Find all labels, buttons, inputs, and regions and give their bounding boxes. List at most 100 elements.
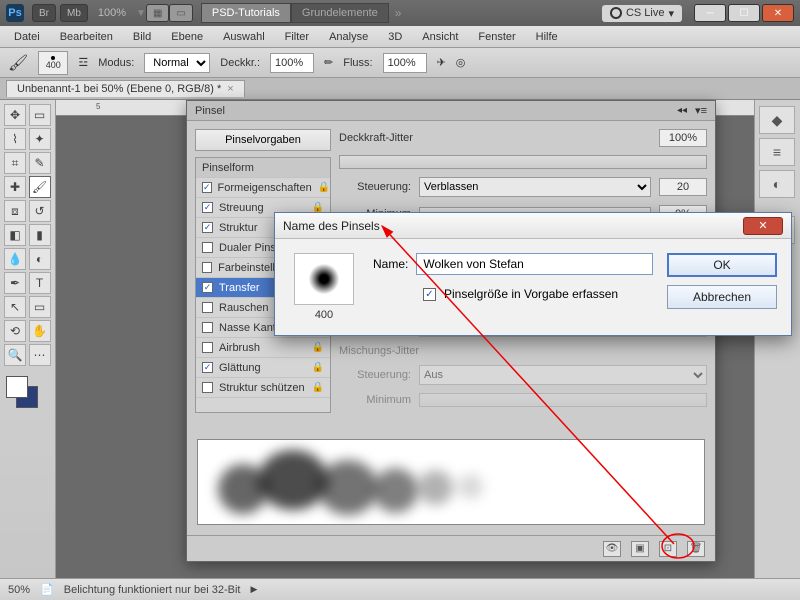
fluss-label: Fluss: (343, 57, 372, 69)
minimize-button[interactable]: ─ (694, 4, 726, 22)
deckkraft-jitter-value[interactable]: 100% (659, 129, 707, 147)
brush-presets-button[interactable]: Pinselvorgaben (195, 129, 331, 151)
status-zoom[interactable]: 50% (8, 584, 30, 596)
brush-tool-icon: 🖌 (8, 53, 28, 73)
brush-preset-picker[interactable]: 400 (38, 51, 68, 75)
foreground-color[interactable] (6, 376, 28, 398)
tablet-opacity-icon[interactable]: ✏ (324, 56, 333, 69)
stamp-tool[interactable]: ⧈ (4, 200, 26, 222)
maximize-button[interactable]: ☐ (728, 4, 760, 22)
move-tool[interactable]: ✥ (4, 104, 26, 126)
list-struktur-schuetzen[interactable]: Struktur schützen🔒 (196, 378, 330, 398)
menu-3d[interactable]: 3D (380, 29, 410, 45)
close-button[interactable]: ✕ (762, 4, 794, 22)
close-doc-icon[interactable]: × (227, 83, 233, 95)
brush-stroke-preview (197, 439, 705, 525)
eyedropper-tool[interactable]: ✎ (29, 152, 51, 174)
menu-bearbeiten[interactable]: Bearbeiten (52, 29, 121, 45)
more-workspaces-icon[interactable]: » (395, 6, 402, 20)
toggle-preview-icon[interactable]: 👁 (603, 541, 621, 557)
minibridge-chip[interactable]: Mb (60, 4, 88, 22)
brush-size-label: 400 (315, 309, 333, 321)
history-brush-tool[interactable]: ↺ (29, 200, 51, 222)
menu-fenster[interactable]: Fenster (470, 29, 523, 45)
brush-name-dialog: Name des Pinsels ✕ 400 Name: ✓ Pinselgrö… (274, 212, 792, 336)
cancel-button[interactable]: Abbrechen (667, 285, 777, 309)
wand-tool[interactable]: ✦ (29, 128, 51, 150)
modus-select[interactable]: Normal (144, 53, 210, 73)
panel-menu-icon[interactable]: ▾≡ (695, 104, 707, 117)
swatches-icon[interactable]: ◆ (759, 106, 795, 134)
menu-hilfe[interactable]: Hilfe (528, 29, 566, 45)
menu-ansicht[interactable]: Ansicht (414, 29, 466, 45)
menu-filter[interactable]: Filter (277, 29, 317, 45)
dodge-tool[interactable]: ◐ (29, 248, 51, 270)
deckkraft-jitter-label: Deckkraft-Jitter (339, 132, 651, 144)
workspace-tab-active[interactable]: PSD-Tutorials (201, 3, 291, 23)
lock-icon[interactable]: 🔒 (318, 182, 330, 193)
trash-icon[interactable]: 🗑 (687, 541, 705, 557)
list-formeigenschaften[interactable]: ✓Formeigenschaften🔒 (196, 178, 330, 198)
menu-ebene[interactable]: Ebene (163, 29, 211, 45)
brush-thumbnail (294, 253, 354, 305)
steuerung-value[interactable]: 20 (659, 178, 707, 196)
heal-tool[interactable]: ✚ (4, 176, 26, 198)
dialog-close-button[interactable]: ✕ (743, 217, 783, 235)
shape-tool[interactable]: ▭ (29, 296, 51, 318)
menu-analyse[interactable]: Analyse (321, 29, 376, 45)
view-grid-icon[interactable]: ▦ (146, 4, 169, 22)
gradient-tool[interactable]: ▮ (29, 224, 51, 246)
ok-button[interactable]: OK (667, 253, 777, 277)
adjust-icon[interactable]: ◐ (759, 170, 795, 198)
crop-tool[interactable]: ⌗ (4, 152, 26, 174)
view-mode-icon[interactable]: ▭ (169, 4, 192, 22)
3d-tool[interactable]: ⟲ (4, 320, 26, 342)
color-wells[interactable] (4, 376, 51, 416)
create-brush-icon[interactable]: ⊡ (659, 541, 677, 557)
hand-tool[interactable]: ✋ (29, 320, 51, 342)
fluss-input[interactable]: 100% (383, 53, 427, 73)
brush-tool[interactable]: 🖌 (29, 176, 51, 198)
menubar: Datei Bearbeiten Bild Ebene Auswahl Filt… (0, 26, 800, 48)
zoom-tool[interactable]: 🔍 (4, 344, 26, 366)
deckkraft-input[interactable]: 100% (270, 53, 314, 73)
menu-auswahl[interactable]: Auswahl (215, 29, 273, 45)
document-tab[interactable]: Unbenannt-1 bei 50% (Ebene 0, RGB/8) * × (6, 80, 245, 97)
list-glaettung[interactable]: ✓Glättung🔒 (196, 358, 330, 378)
lock-icon[interactable]: 🔒 (312, 362, 324, 373)
ps-logo-icon: Ps (6, 4, 24, 22)
title-zoom[interactable]: 100% (98, 7, 126, 19)
bridge-chip[interactable]: Br (32, 4, 56, 22)
path-tool[interactable]: ↖ (4, 296, 26, 318)
menu-datei[interactable]: Datei (6, 29, 48, 45)
lasso-tool[interactable]: ⌇ (4, 128, 26, 150)
blur-tool[interactable]: 💧 (4, 248, 26, 270)
capture-size-checkbox[interactable]: ✓ (423, 288, 436, 301)
eraser-tool[interactable]: ◧ (4, 224, 26, 246)
new-preset-icon[interactable]: ▣ (631, 541, 649, 557)
brush-panel-title: Pinsel (195, 105, 225, 117)
workspace-tab-inactive[interactable]: Grundelemente (291, 3, 389, 23)
cslive-button[interactable]: CS Live ▾ (602, 5, 682, 22)
extra-tool[interactable]: ⋯ (29, 344, 51, 366)
app-titlebar: Ps Br Mb 100% ▼ ▦ ▭ PSD-Tutorials Grunde… (0, 0, 800, 26)
brush-name-input[interactable] (416, 253, 653, 275)
document-tab-label: Unbenannt-1 bei 50% (Ebene 0, RGB/8) * (17, 83, 221, 95)
deckkraft-jitter-slider[interactable] (339, 155, 707, 169)
panel-collapse-icon[interactable]: ◂◂ (677, 105, 687, 116)
marquee-tool[interactable]: ▭ (29, 104, 51, 126)
lock-icon[interactable]: 🔒 (312, 342, 324, 353)
menu-bild[interactable]: Bild (125, 29, 159, 45)
list-airbrush[interactable]: Airbrush🔒 (196, 338, 330, 358)
lock-icon[interactable]: 🔒 (312, 382, 324, 393)
brush-panel-toggle-icon[interactable]: ☲ (78, 56, 88, 69)
airbrush-icon[interactable]: ✈ (437, 56, 446, 69)
list-pinselform[interactable]: Pinselform (196, 158, 330, 178)
statusbar: 50% 📄 Belichtung funktioniert nur bei 32… (0, 578, 800, 600)
status-msg: Belichtung funktioniert nur bei 32-Bit (64, 584, 241, 596)
tablet-size-icon[interactable]: ◎ (456, 56, 466, 69)
styles-icon[interactable]: ≡ (759, 138, 795, 166)
type-tool[interactable]: T (29, 272, 51, 294)
steuerung-select[interactable]: Verblassen (419, 177, 651, 197)
pen-tool[interactable]: ✒ (4, 272, 26, 294)
